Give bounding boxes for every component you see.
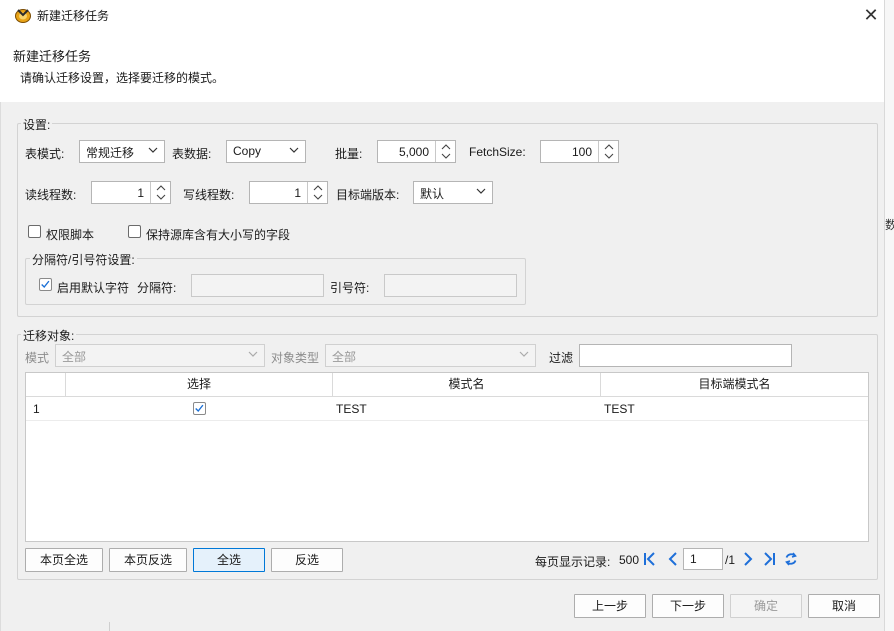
header-title: 新建迁移任务 xyxy=(13,49,92,64)
chevron-down-icon xyxy=(441,153,451,159)
row-schema-name: TEST xyxy=(336,402,367,416)
write-threads-value: 1 xyxy=(294,186,301,200)
first-page-icon[interactable] xyxy=(643,551,657,567)
total-pages: /1 xyxy=(725,553,736,567)
checkmark-icon xyxy=(195,404,204,413)
table-data-select[interactable]: Copy xyxy=(226,140,306,163)
filter-label: 过滤 xyxy=(549,351,574,365)
fetchsize-value: 100 xyxy=(571,145,592,159)
checkmark-icon xyxy=(41,280,50,289)
row-target-schema-name[interactable]: TEST xyxy=(604,398,635,420)
last-page-icon[interactable] xyxy=(762,551,776,567)
title-bar xyxy=(0,0,884,32)
target-version-select[interactable]: 默认 xyxy=(413,181,493,204)
chevron-down-icon xyxy=(289,147,299,153)
use-default-label: 启用默认字符 xyxy=(57,281,130,295)
keep-case-label: 保持源库含有大小写的字段 xyxy=(146,228,291,242)
select-page-button[interactable]: 本页全选 xyxy=(25,548,103,572)
header-subtitle: 请确认迁移设置，选择要迁移的模式。 xyxy=(20,71,225,85)
table-header-target-schema[interactable]: 目标端模式名 xyxy=(601,373,868,397)
prev-page-icon[interactable] xyxy=(666,551,680,567)
window-title: 新建迁移任务 xyxy=(37,9,110,23)
object-type-select[interactable]: 全部 xyxy=(325,344,536,367)
fetchsize-stepper[interactable] xyxy=(598,141,618,162)
read-threads-stepper[interactable] xyxy=(150,182,170,203)
table-data-label: 表数据: xyxy=(172,147,212,161)
batch-value: 5,000 xyxy=(398,145,429,159)
batch-stepper[interactable] xyxy=(435,141,455,162)
select-all-button[interactable]: 全选 xyxy=(193,548,265,572)
chevron-up-icon xyxy=(313,185,323,191)
keep-case-checkbox[interactable] xyxy=(128,225,141,238)
chevron-up-icon xyxy=(156,185,166,191)
schema-filter-label: 模式 xyxy=(25,351,50,365)
page-number-input[interactable]: 1 xyxy=(683,548,723,570)
chevron-up-icon xyxy=(604,144,614,150)
chevron-down-icon xyxy=(476,188,486,194)
target-version-value: 默认 xyxy=(420,187,445,201)
next-step-button[interactable]: 下一步 xyxy=(652,594,724,618)
separator-label: 分隔符: xyxy=(137,281,177,295)
read-threads-value: 1 xyxy=(137,186,144,200)
chevron-down-icon xyxy=(313,194,323,200)
settings-legend: 设置: xyxy=(21,116,53,133)
table-row[interactable] xyxy=(26,397,868,421)
schema-filter-select[interactable]: 全部 xyxy=(55,344,265,367)
object-type-label: 对象类型 xyxy=(271,351,320,365)
close-icon[interactable]: ✕ xyxy=(860,4,882,26)
table-header-index xyxy=(26,373,66,397)
invert-all-button[interactable]: 反选 xyxy=(271,548,343,572)
write-threads-spinbox[interactable]: 1 xyxy=(249,181,328,204)
quote-input[interactable] xyxy=(384,274,517,297)
chevron-down-icon xyxy=(604,153,614,159)
next-page-icon[interactable] xyxy=(741,551,755,567)
permission-script-label: 权限脚本 xyxy=(46,228,95,242)
table-mode-value: 常规迁移 xyxy=(86,146,135,160)
cancel-button[interactable]: 取消 xyxy=(808,594,880,618)
chevron-down-icon xyxy=(519,351,529,357)
separator-input[interactable] xyxy=(191,274,324,297)
invert-page-button[interactable]: 本页反选 xyxy=(109,548,187,572)
row-select-checkbox[interactable] xyxy=(193,402,206,415)
target-version-label: 目标端版本: xyxy=(336,188,400,202)
dialog-header xyxy=(0,32,884,102)
read-threads-spinbox[interactable]: 1 xyxy=(91,181,171,204)
read-threads-label: 读线程数: xyxy=(25,188,77,202)
app-logo-icon xyxy=(14,6,32,24)
ok-button[interactable]: 确定 xyxy=(730,594,802,618)
objects-legend: 迁移对象: xyxy=(21,327,77,344)
fetchsize-spinbox[interactable]: 100 xyxy=(540,140,619,163)
delimiter-legend: 分隔符/引号符设置: xyxy=(30,251,137,268)
refresh-icon[interactable] xyxy=(784,551,798,567)
quote-label: 引号符: xyxy=(330,281,370,295)
background-window-edge xyxy=(884,0,894,631)
write-threads-label: 写线程数: xyxy=(183,188,235,202)
table-header-schema[interactable]: 模式名 xyxy=(333,373,601,397)
per-page-label: 每页显示记录: xyxy=(535,555,611,569)
background-window-strip-bottom xyxy=(0,622,110,631)
batch-label: 批量: xyxy=(335,147,363,161)
chevron-down-icon xyxy=(148,147,158,153)
table-header-select[interactable]: 选择 xyxy=(66,373,333,397)
chevron-down-icon xyxy=(156,194,166,200)
prev-step-button[interactable]: 上一步 xyxy=(574,594,646,618)
per-page-value: 500 xyxy=(619,553,640,567)
table-mode-select[interactable]: 常规迁移 xyxy=(79,140,165,163)
use-default-checkbox[interactable] xyxy=(39,278,52,291)
chevron-down-icon xyxy=(248,351,258,357)
permission-script-checkbox[interactable] xyxy=(28,225,41,238)
table-data-value: Copy xyxy=(233,144,262,158)
write-threads-stepper[interactable] xyxy=(307,182,327,203)
filter-input[interactable] xyxy=(579,344,792,367)
table-mode-label: 表模式: xyxy=(25,147,65,161)
batch-spinbox[interactable]: 5,000 xyxy=(377,140,456,163)
schema-filter-value: 全部 xyxy=(62,350,87,364)
fetchsize-label: FetchSize: xyxy=(469,145,526,159)
chevron-up-icon xyxy=(441,144,451,150)
object-type-value: 全部 xyxy=(332,350,357,364)
row-index: 1 xyxy=(33,402,40,416)
background-window-text: 数 xyxy=(885,218,894,232)
